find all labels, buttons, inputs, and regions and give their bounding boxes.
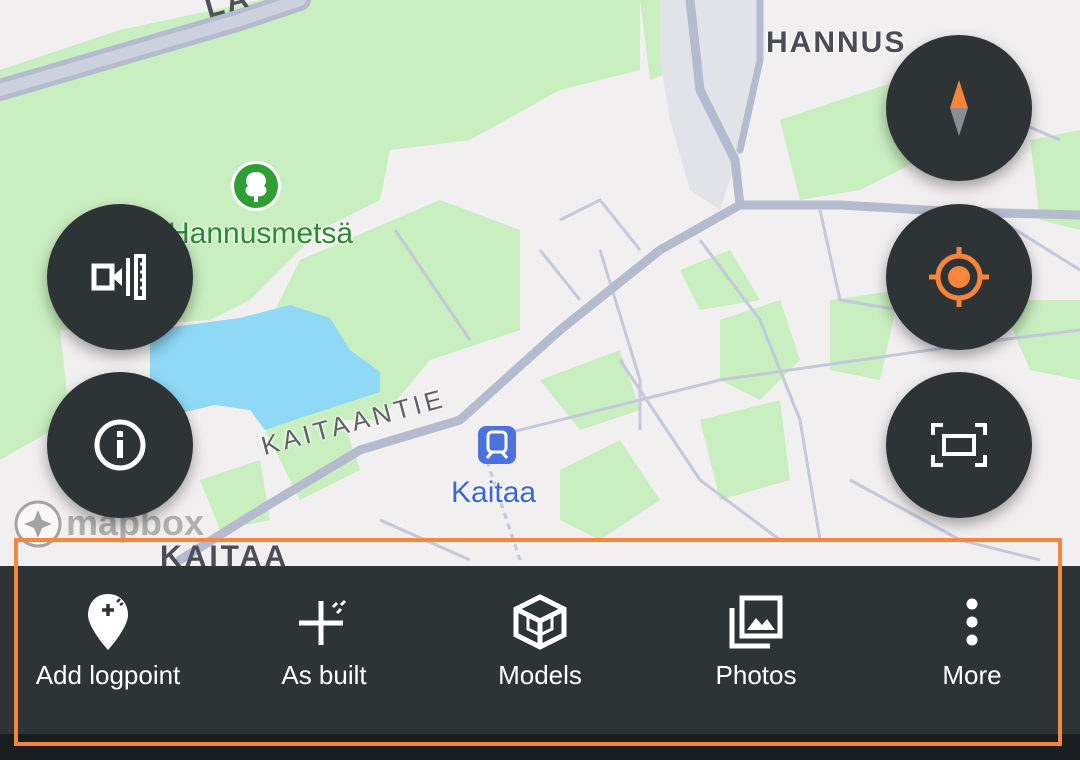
map-label-district-north: HANNUS: [766, 26, 907, 59]
more-icon: [966, 598, 978, 646]
map-label-park: Hannusmetsä: [168, 217, 354, 250]
bottom-toolbar: Add logpoint As built Models Photos More: [0, 566, 1080, 734]
fit-view-button[interactable]: [886, 372, 1032, 518]
models-label: Models: [498, 660, 582, 690]
my-location-button[interactable]: [886, 204, 1032, 350]
station-marker-icon[interactable]: [478, 426, 516, 464]
as-built-button[interactable]: As built: [216, 566, 432, 734]
more-label: More: [942, 660, 1002, 690]
measure-distance-icon: [91, 254, 146, 300]
models-button[interactable]: Models: [432, 566, 648, 734]
add-logpoint-label: Add logpoint: [35, 660, 181, 690]
compass-icon: [950, 80, 968, 136]
models-icon: [513, 594, 567, 650]
system-bar: [0, 734, 1080, 760]
mapbox-logo-icon: [14, 500, 62, 548]
as-built-icon: [299, 599, 347, 645]
photos-icon: [729, 595, 783, 649]
measure-button[interactable]: [47, 204, 193, 350]
photos-button[interactable]: Photos: [648, 566, 864, 734]
fit-view-icon: [931, 423, 987, 467]
as-built-label: As built: [281, 660, 367, 690]
info-icon: [94, 419, 146, 471]
compass-button[interactable]: [886, 35, 1032, 181]
info-button[interactable]: [47, 372, 193, 518]
add-logpoint-icon: [88, 594, 128, 650]
more-button[interactable]: More: [864, 566, 1080, 734]
park-marker-icon[interactable]: [231, 161, 281, 211]
add-logpoint-button[interactable]: Add logpoint: [0, 566, 216, 734]
photos-label: Photos: [715, 660, 797, 690]
map-label-station: Kaitaa: [451, 476, 537, 509]
my-location-icon: [929, 247, 989, 307]
